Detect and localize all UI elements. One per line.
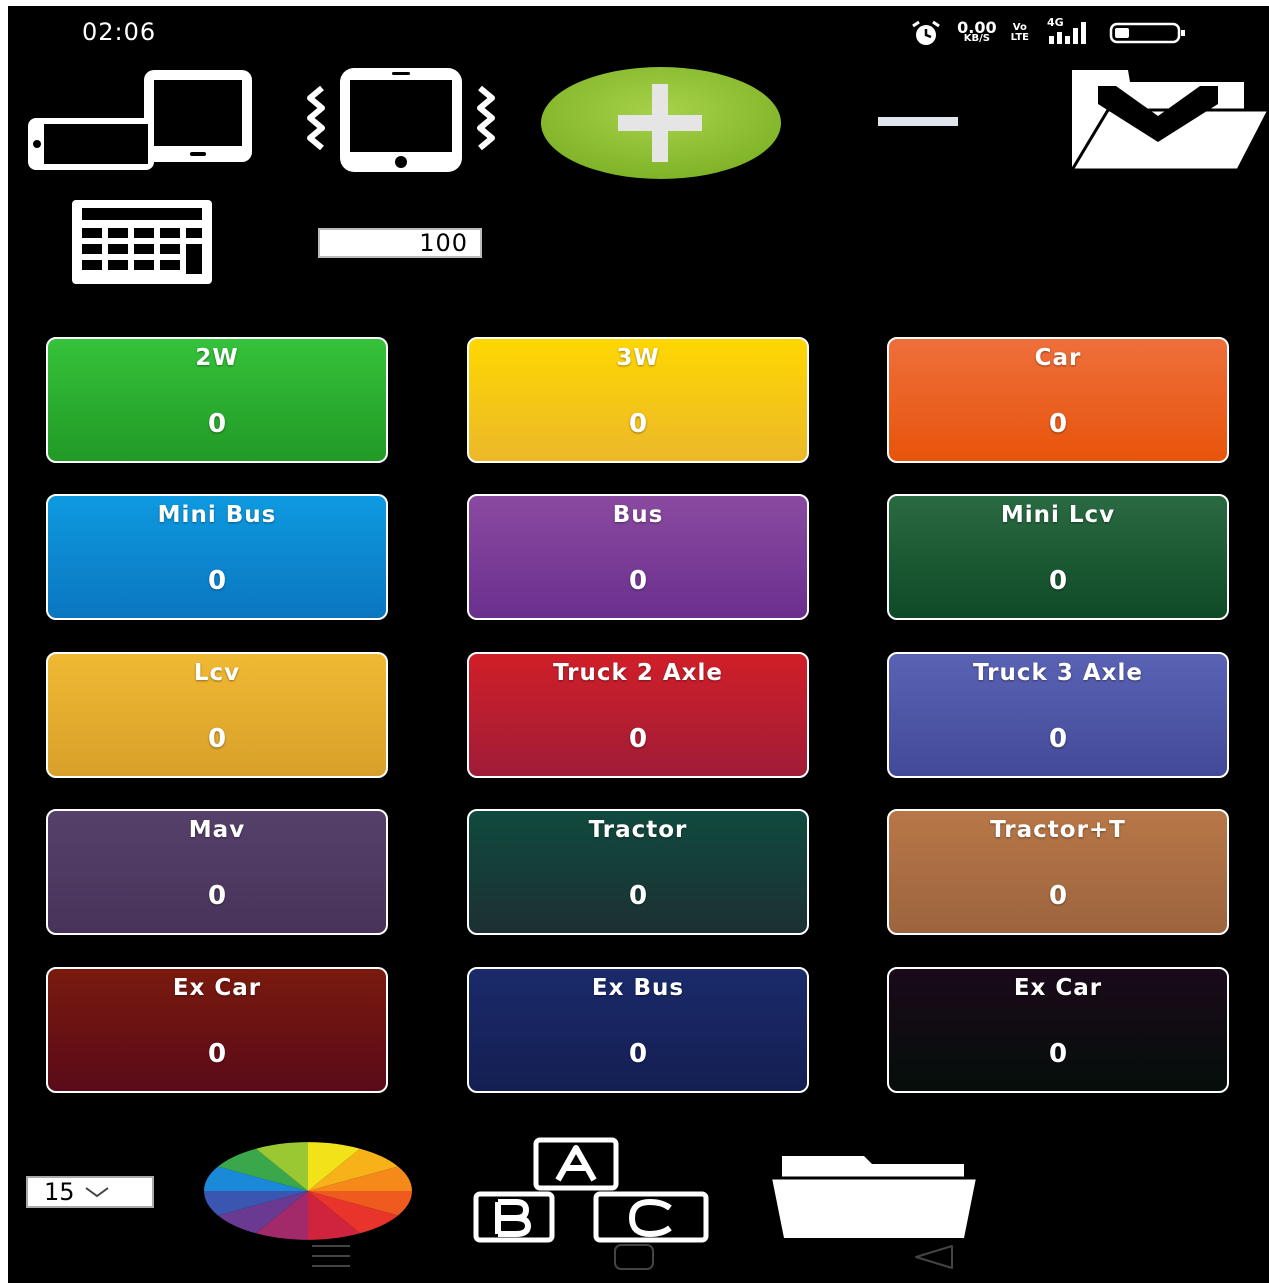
vehicle-tile[interactable]: 2W 0: [46, 337, 388, 463]
home-icon[interactable]: [612, 1242, 656, 1276]
vehicle-tile-count: 0: [1048, 566, 1068, 596]
net-speed: 0.00 KB/S: [957, 18, 997, 45]
net-speed-value: 0.00: [957, 18, 997, 37]
vehicle-tile-label: Ex Bus: [591, 975, 685, 1001]
font-size-value: 15: [44, 1178, 75, 1206]
vehicle-tile-label: Lcv: [193, 660, 241, 686]
status-time: 02:06: [82, 18, 157, 46]
vehicle-tile-count: 0: [1048, 1039, 1068, 1069]
vehicle-tile-label: Mini Lcv: [1000, 502, 1116, 528]
abc-blocks-icon[interactable]: [472, 1136, 710, 1248]
vehicle-tile-label: Tractor+T: [990, 817, 1126, 843]
vehicle-tile-label: Bus: [612, 502, 664, 528]
vehicle-tile-count: 0: [1048, 409, 1068, 439]
vehicle-tile-label: Tractor: [588, 817, 688, 843]
system-nav-bar: [8, 1238, 1269, 1278]
volte-bottom: LTE: [1010, 32, 1029, 43]
vehicle-tile[interactable]: Truck 3 Axle 0: [887, 652, 1229, 778]
chevron-down-icon: [83, 1178, 111, 1206]
vehicle-tile-label: Mini Bus: [157, 502, 277, 528]
vehicle-tile-count: 0: [207, 724, 227, 754]
vehicle-tile-label: 3W: [616, 345, 660, 371]
rotate-screen-icon[interactable]: [26, 68, 258, 176]
menu-icon[interactable]: [310, 1242, 352, 1274]
vehicle-tile[interactable]: Tractor 0: [467, 809, 809, 935]
vehicle-tile[interactable]: 3W 0: [467, 337, 809, 463]
net-speed-unit: KB/S: [963, 33, 990, 44]
alarm-icon: [909, 20, 943, 46]
battery-icon: [1109, 21, 1187, 45]
status-icons: 0.00 KB/S Vo LTE 4G: [909, 16, 1187, 48]
vehicle-tile-label: Ex Car: [1013, 975, 1103, 1001]
vehicle-tile-label: Car: [1034, 345, 1082, 371]
vehicle-tile[interactable]: Bus 0: [467, 494, 809, 620]
vehicle-tile-count: 0: [628, 409, 648, 439]
vehicle-tile-count: 0: [207, 1039, 227, 1069]
volte-indicator: Vo LTE: [1011, 23, 1029, 43]
font-size-select[interactable]: 15: [26, 1176, 154, 1208]
status-bar: 02:06 0.00 KB/S Vo LTE 4G: [8, 6, 1269, 58]
vehicle-tile-count: 0: [207, 409, 227, 439]
vehicle-tile-count: 0: [628, 881, 648, 911]
vehicle-tile-label: Truck 2 Axle: [553, 660, 723, 686]
save-folder-icon[interactable]: [1068, 68, 1269, 178]
add-icon[interactable]: [538, 64, 784, 186]
vehicle-tile[interactable]: Mini Bus 0: [46, 494, 388, 620]
vehicle-tile-count: 0: [207, 881, 227, 911]
vehicle-tile-count: 0: [628, 1039, 648, 1069]
vehicle-tile[interactable]: Ex Bus 0: [467, 967, 809, 1093]
vehicle-tile-count: 0: [207, 566, 227, 596]
vehicle-tile[interactable]: Ex Car 0: [887, 967, 1229, 1093]
signal-icon: 4G: [1043, 16, 1095, 46]
vibrate-icon[interactable]: [298, 66, 504, 178]
vehicle-tile[interactable]: Car 0: [887, 337, 1229, 463]
vehicle-tile-label: Truck 3 Axle: [973, 660, 1143, 686]
amount-input[interactable]: [318, 228, 482, 258]
vehicle-tile-label: Ex Car: [172, 975, 262, 1001]
vehicle-tile-count: 0: [1048, 724, 1068, 754]
vehicle-tile[interactable]: Truck 2 Axle 0: [467, 652, 809, 778]
vehicle-tile-count: 0: [1048, 881, 1068, 911]
vehicle-tile[interactable]: Lcv 0: [46, 652, 388, 778]
vehicle-tile-count: 0: [628, 566, 648, 596]
vehicle-tile-label: 2W: [195, 345, 239, 371]
open-folder-icon[interactable]: [768, 1148, 980, 1244]
network-type: 4G: [1047, 16, 1064, 29]
vehicle-tile[interactable]: Mini Lcv 0: [887, 494, 1229, 620]
minus-icon[interactable]: [876, 114, 960, 133]
color-wheel-icon[interactable]: [200, 1140, 416, 1246]
back-icon[interactable]: [912, 1242, 956, 1276]
vehicle-tile[interactable]: Mav 0: [46, 809, 388, 935]
vehicle-tile-label: Mav: [188, 817, 246, 843]
vehicle-tile[interactable]: Ex Car 0: [46, 967, 388, 1093]
vehicle-tile-count: 0: [628, 724, 648, 754]
calculator-icon[interactable]: [70, 198, 214, 290]
app-screen: 02:06 0.00 KB/S Vo LTE 4G 100 2W 0 3W 0 …: [8, 6, 1269, 1283]
vehicle-tile[interactable]: Tractor+T 0: [887, 809, 1229, 935]
